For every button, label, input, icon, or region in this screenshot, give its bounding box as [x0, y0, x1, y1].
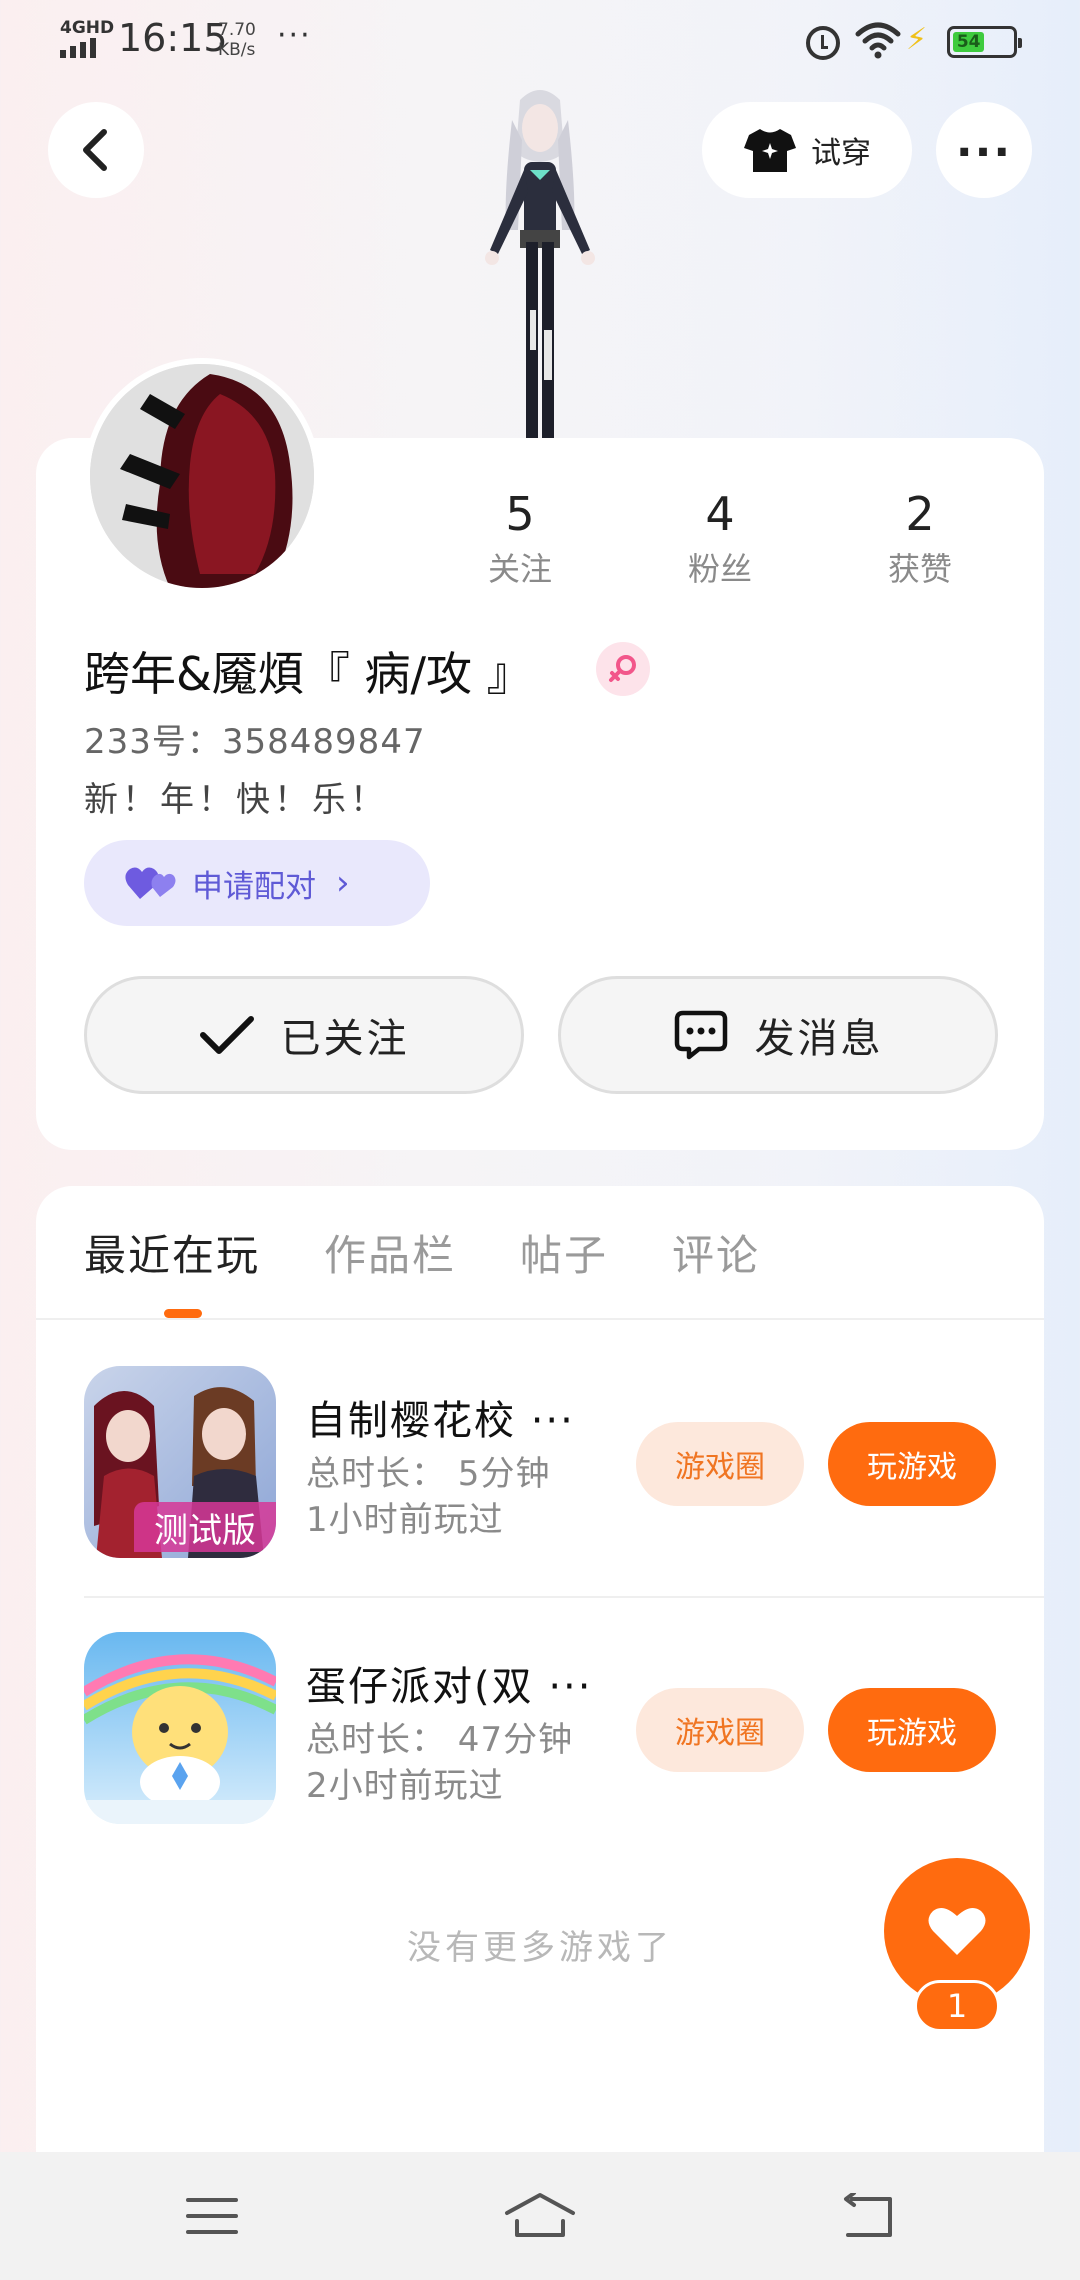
chevron-left-icon: [83, 129, 107, 171]
home-button[interactable]: [500, 2182, 580, 2250]
character-model-image: [485, 90, 595, 440]
game-last-played: 2小时前玩过: [306, 1766, 504, 1806]
battery-level: 54: [953, 32, 985, 52]
user-id: 233号：358489847: [84, 722, 426, 762]
following-button[interactable]: 已关注: [84, 976, 524, 1094]
stat-followers[interactable]: 4 粉丝: [620, 486, 820, 590]
stat-value: 4: [705, 487, 735, 541]
more-notifications-icon: ···: [277, 18, 312, 53]
play-game-button[interactable]: 玩游戏: [828, 1422, 996, 1506]
bio: 新！年！快！乐！: [84, 780, 388, 820]
try-on-button[interactable]: 试穿: [702, 102, 912, 198]
profile-stats: 5 关注 4 粉丝 2 获赞: [420, 486, 1020, 590]
system-back-button[interactable]: [828, 2182, 908, 2250]
game-last-played: 1小时前玩过: [306, 1500, 504, 1540]
game-title: 蛋仔派对(双 ···: [306, 1664, 593, 1710]
stat-label: 关注: [487, 550, 552, 588]
tab-posts[interactable]: 帖子: [520, 1222, 608, 1283]
alarm-icon: [806, 26, 840, 60]
network-type: 4GHD: [60, 18, 115, 38]
game-play-duration: 总时长： 5分钟: [306, 1454, 551, 1494]
stat-following[interactable]: 5 关注: [420, 486, 620, 590]
content-tabs: 最近在玩 作品栏 帖子 评论: [84, 1222, 824, 1283]
game-title: 自制樱花校 ···: [306, 1398, 575, 1444]
game-circle-button[interactable]: 游戏圈: [636, 1422, 804, 1506]
back-arrow-icon: [844, 2193, 892, 2237]
battery-icon: 54: [947, 26, 1022, 58]
following-label: 已关注: [280, 1016, 410, 1062]
tab-recently-played[interactable]: 最近在玩: [84, 1222, 260, 1283]
send-message-label: 发消息: [754, 1016, 884, 1062]
home-icon: [505, 2193, 575, 2237]
heart-icon: [928, 1907, 986, 1955]
divider: [36, 1318, 1044, 1320]
system-navigation-bar: [0, 2152, 1080, 2280]
username: 跨年&魇煩『 病/攻 』: [84, 647, 533, 701]
game-icon-sakura[interactable]: 测试版: [84, 1366, 276, 1558]
back-button[interactable]: [48, 102, 144, 198]
game-icon-eggy-party[interactable]: [84, 1632, 276, 1824]
speed-unit: KB/s: [218, 40, 256, 60]
play-game-button[interactable]: 玩游戏: [828, 1688, 996, 1772]
send-message-button[interactable]: 发消息: [558, 976, 998, 1094]
status-bar: 4GHD 16:15 7.70 KB/s ··· ⚡ 54: [0, 0, 1080, 80]
stat-value: 5: [505, 487, 535, 541]
double-heart-icon: [125, 867, 176, 899]
shirt-icon: [744, 129, 796, 172]
network-speed: 7.70 KB/s: [218, 20, 256, 60]
avatar-image: [90, 364, 314, 588]
speed-value: 7.70: [218, 20, 256, 40]
game-circle-button[interactable]: 游戏圈: [636, 1688, 804, 1772]
check-icon: [199, 1016, 254, 1054]
more-options-button[interactable]: ...: [936, 102, 1032, 198]
game-play-duration: 总时长： 47分钟: [306, 1720, 574, 1760]
charging-icon: ⚡: [906, 22, 928, 57]
try-on-label: 试穿: [811, 136, 871, 171]
signal-icon: [60, 38, 96, 58]
female-gender-icon: [596, 642, 650, 696]
game-list-item[interactable]: 测试版 自制樱花校 ··· 总时长： 5分钟 1小时前玩过 游戏圈 玩游戏: [84, 1366, 1044, 1562]
menu-icon: [186, 2198, 238, 2234]
game-list-item[interactable]: 蛋仔派对(双 ··· 总时长： 47分钟 2小时前玩过 游戏圈 玩游戏: [84, 1632, 1044, 1828]
message-icon: [674, 1010, 727, 1060]
avatar[interactable]: [84, 358, 320, 594]
stat-label: 获赞: [887, 550, 952, 588]
clock: 16:15: [118, 16, 228, 60]
stat-value: 2: [905, 487, 935, 541]
divider: [84, 1596, 1044, 1598]
stat-likes[interactable]: 2 获赞: [820, 486, 1020, 590]
request-pair-button[interactable]: 申请配对 ›: [84, 840, 430, 926]
like-count-badge: 1: [914, 1980, 1000, 2032]
recent-apps-button[interactable]: [172, 2182, 252, 2250]
more-dots-icon: ...: [955, 115, 1013, 167]
chevron-right-icon: ›: [336, 863, 350, 903]
beta-badge: 测试版: [134, 1502, 276, 1552]
request-pair-label: 申请配对: [192, 868, 316, 905]
tab-works[interactable]: 作品栏: [324, 1222, 456, 1283]
active-tab-indicator: [164, 1309, 202, 1318]
wifi-icon: [855, 22, 901, 59]
tab-comments[interactable]: 评论: [672, 1222, 760, 1283]
stat-label: 粉丝: [687, 550, 752, 588]
